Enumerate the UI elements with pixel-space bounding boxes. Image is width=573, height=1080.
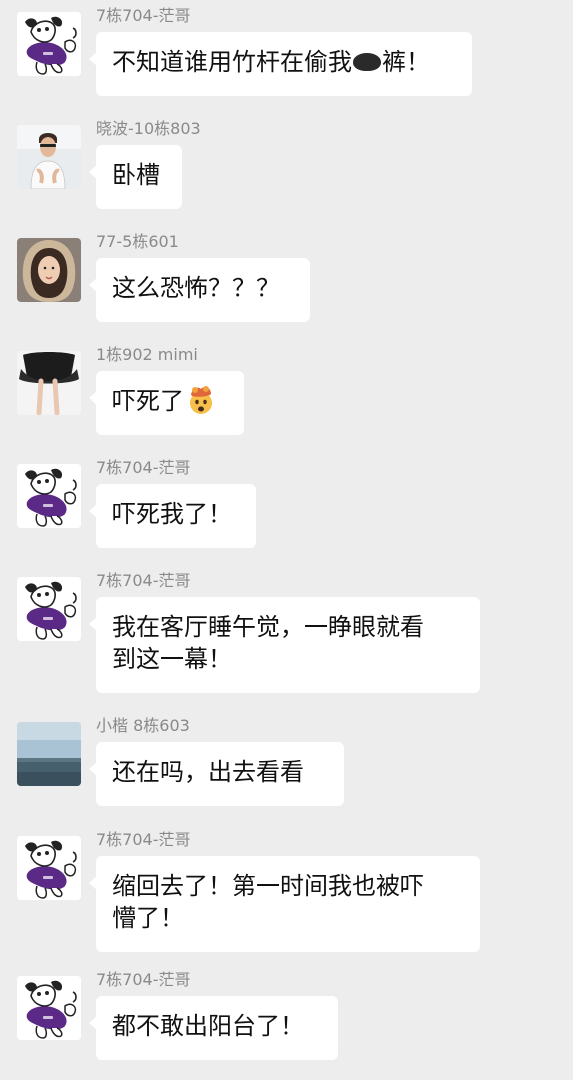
sender-name: 7栋704-茫哥	[96, 6, 191, 25]
message-bubble[interactable]: 缩回去了！第一时间我也被吓 懵了！	[89, 856, 480, 952]
group-chat: 7栋704-茫哥 不知道谁用竹杆在偷我 裤！ 晓波-10栋803 卧槽 77-5…	[0, 0, 573, 1080]
seascape-avatar[interactable]	[17, 722, 81, 786]
message-text-line: 缩回去了！第一时间我也被吓	[112, 872, 424, 900]
message-text: 这么恐怖？？？	[112, 274, 280, 302]
message-bubble[interactable]: 吓死了	[89, 371, 244, 435]
exploding-head-emoji	[186, 385, 216, 415]
message-bubble[interactable]: 不知道谁用竹杆在偷我 裤！	[89, 32, 472, 96]
message-text-line: 我在客厅睡午觉，一睁眼就看	[112, 613, 424, 641]
sender-name: 7栋704-茫哥	[96, 571, 191, 590]
message-text: 吓死我了！	[112, 500, 232, 528]
sender-name: 小楷 8栋603	[96, 716, 190, 735]
sender-name: 晓波-10栋803	[96, 119, 201, 138]
cartoon-dog-avatar[interactable]	[17, 577, 81, 641]
message-text-end: 裤！	[382, 48, 430, 76]
message-text: 卧槽	[112, 161, 160, 189]
cartoon-dog-avatar[interactable]	[17, 976, 81, 1040]
cartoon-dog-avatar[interactable]	[17, 464, 81, 528]
message-bubble[interactable]: 吓死我了！	[89, 484, 256, 548]
message-text-line: 到这一幕！	[112, 645, 232, 673]
redacted-blob-icon	[353, 53, 381, 71]
man-photo-avatar[interactable]	[17, 125, 81, 189]
sender-name: 7栋704-茫哥	[96, 830, 191, 849]
sender-name: 7栋704-茫哥	[96, 970, 191, 989]
message-text: 不知道谁用竹杆在偷我	[112, 48, 352, 76]
sender-name: 7栋704-茫哥	[96, 458, 191, 477]
cartoon-dog-avatar[interactable]	[17, 836, 81, 900]
sender-name: 77-5栋601	[96, 232, 179, 251]
message-bubble[interactable]: 我在客厅睡午觉，一睁眼就看 到这一幕！	[89, 597, 480, 693]
message-text: 都不敢出阳台了！	[112, 1012, 304, 1040]
sender-name: 1栋902 mimi	[96, 345, 198, 364]
legs-photo-avatar[interactable]	[17, 351, 81, 415]
message-text: 还在吗，出去看看	[112, 758, 304, 786]
message-text-line: 懵了！	[112, 904, 184, 932]
woman-hood-avatar[interactable]	[17, 238, 81, 302]
cartoon-dog-avatar[interactable]	[17, 12, 81, 76]
message-bubble[interactable]: 这么恐怖？？？	[89, 258, 310, 322]
message-bubble[interactable]: 还在吗，出去看看	[89, 742, 344, 806]
message-text: 吓死了	[112, 387, 184, 415]
message-bubble[interactable]: 卧槽	[89, 145, 182, 209]
message-bubble[interactable]: 都不敢出阳台了！	[89, 996, 338, 1060]
